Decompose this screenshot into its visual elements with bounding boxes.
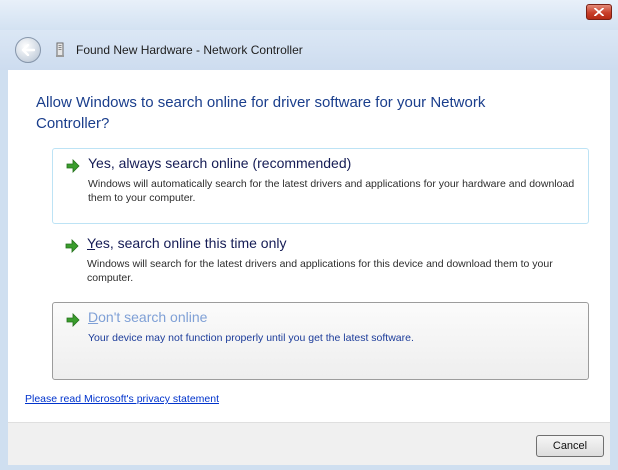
close-button[interactable] xyxy=(586,4,612,20)
cancel-button[interactable]: Cancel xyxy=(536,435,604,457)
green-arrow-icon xyxy=(66,313,80,327)
green-arrow-icon xyxy=(66,159,80,173)
option-title: Yes, search online this time only xyxy=(87,235,287,251)
option-dont-search[interactable]: Don't search online Your device may not … xyxy=(52,302,589,380)
back-button[interactable] xyxy=(15,37,41,63)
option-always-search[interactable]: Yes, always search online (recommended) … xyxy=(52,148,589,224)
green-arrow-icon xyxy=(65,239,79,253)
back-arrow-icon xyxy=(21,44,35,56)
wizard-header: Found New Hardware - Network Controller xyxy=(0,30,618,70)
option-title: Don't search online xyxy=(88,309,208,325)
title-bar[interactable] xyxy=(0,0,618,30)
option-description: Your device may not function properly un… xyxy=(88,332,414,344)
option-description: Windows will automatically search for th… xyxy=(88,178,575,204)
close-icon xyxy=(594,8,604,16)
option-description: Windows will search for the latest drive… xyxy=(87,258,553,284)
page-heading: Allow Windows to search online for drive… xyxy=(36,94,486,132)
content-area: Allow Windows to search online for drive… xyxy=(8,70,610,422)
option-search-this-time[interactable]: Yes, search online this time only Window… xyxy=(52,229,589,293)
window-title: Found New Hardware - Network Controller xyxy=(76,43,303,57)
privacy-statement-link[interactable]: Please read Microsoft's privacy statemen… xyxy=(25,393,219,405)
hardware-icon xyxy=(56,42,64,57)
wizard-window: Found New Hardware - Network Controller … xyxy=(0,0,618,470)
button-bar: Cancel xyxy=(8,422,610,465)
option-title: Yes, always search online (recommended) xyxy=(88,155,352,171)
